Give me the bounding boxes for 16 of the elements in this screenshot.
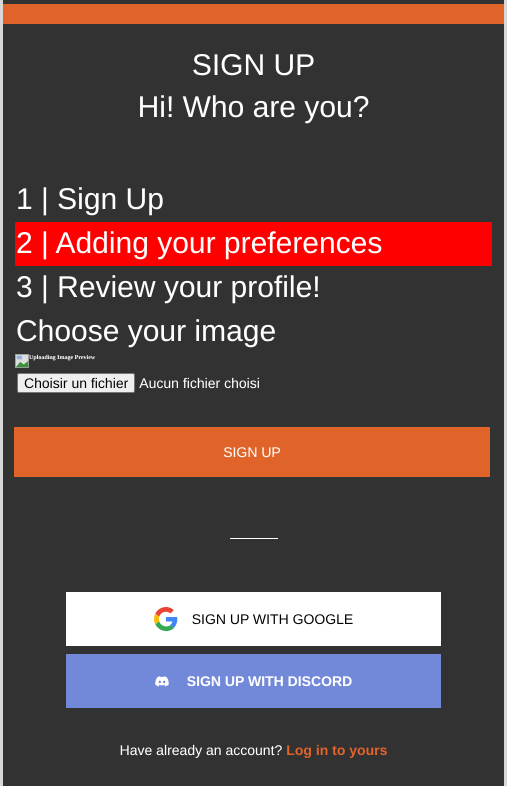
step-item: 1 | Sign Up	[15, 182, 164, 218]
footer-text: Have already an account?	[120, 742, 282, 758]
login-link[interactable]: Log in to yours	[286, 742, 388, 758]
sign-up-button[interactable]: SIGN UP	[14, 427, 490, 477]
step-item: 3 | Review your profile!	[15, 270, 321, 306]
controller-icon	[154, 676, 169, 686]
broken-image-icon	[15, 354, 29, 368]
choose-file-button[interactable]: Choisir un fichier	[17, 373, 136, 393]
page-subtitle: Hi! Who are you?	[138, 90, 370, 126]
google-sign-up-button[interactable]: SIGN UP WITH GOOGLE	[66, 592, 441, 646]
page-title: SIGN UP	[192, 48, 316, 84]
section-heading: Choose your image	[15, 314, 276, 350]
file-status: Aucun fichier choisi	[139, 375, 260, 391]
discord-sign-up-button[interactable]: SIGN UP WITH DISCORD	[66, 654, 441, 708]
google-icon	[154, 607, 178, 631]
step-item: 2 | Adding your preferences	[15, 222, 492, 266]
